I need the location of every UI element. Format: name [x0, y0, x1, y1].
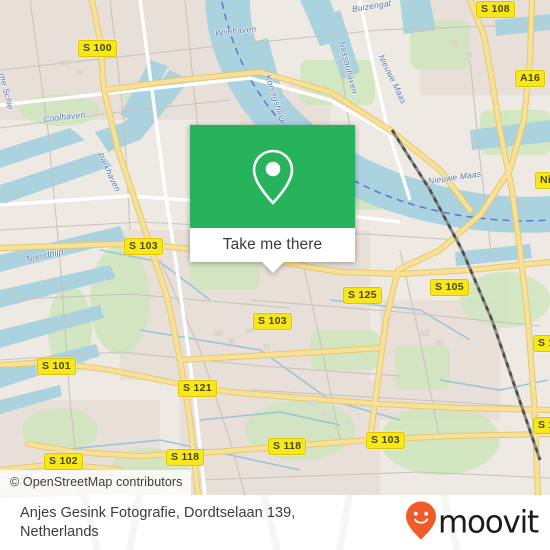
road-shield: S 103	[124, 238, 163, 255]
moovit-smiley-pin-icon	[405, 500, 437, 545]
moovit-brand[interactable]: moovit	[405, 500, 539, 545]
road-shield: S 102	[44, 453, 83, 470]
road-shield: S 103	[253, 313, 292, 330]
road-shield: S 108	[476, 1, 515, 18]
moovit-wordmark: moovit	[437, 504, 539, 540]
road-shield: S 118	[268, 438, 307, 455]
footer-bar: Anjes Gesink Fotografie, Dordtselaan 139…	[0, 495, 550, 550]
take-me-there-label[interactable]: Take me there	[223, 236, 323, 254]
road-shield: A16	[515, 70, 546, 87]
road-shield: S 105	[430, 279, 469, 296]
popup-tail-pointer	[261, 262, 284, 273]
osm-attribution[interactable]: © OpenStreetMap contributors	[0, 470, 191, 495]
road-shield: S 101	[37, 358, 76, 375]
popup-action-area[interactable]: Take me there	[190, 228, 355, 273]
location-title: Anjes Gesink Fotografie, Dordtselaan 139…	[20, 504, 296, 540]
road-shield: S 103	[366, 432, 405, 449]
road-shield: S 11	[533, 335, 550, 352]
road-shield: S 118	[166, 449, 205, 466]
road-shield: S 125	[343, 287, 382, 304]
popup-marker-area	[190, 125, 355, 228]
road-shield: S 121	[178, 380, 217, 397]
location-pin-icon	[250, 148, 296, 206]
location-popup-card[interactable]: Take me there	[190, 125, 355, 273]
moovit-map-page: Wijnhaven Buizengat Nassauhaven Koningshave…	[0, 0, 550, 550]
road-shield: Nie	[535, 172, 550, 189]
road-shield: S 10	[533, 417, 550, 434]
map-viewport[interactable]: Wijnhaven Buizengat Nassauhaven Koningshave…	[0, 0, 550, 495]
road-shield: S 100	[78, 40, 117, 57]
